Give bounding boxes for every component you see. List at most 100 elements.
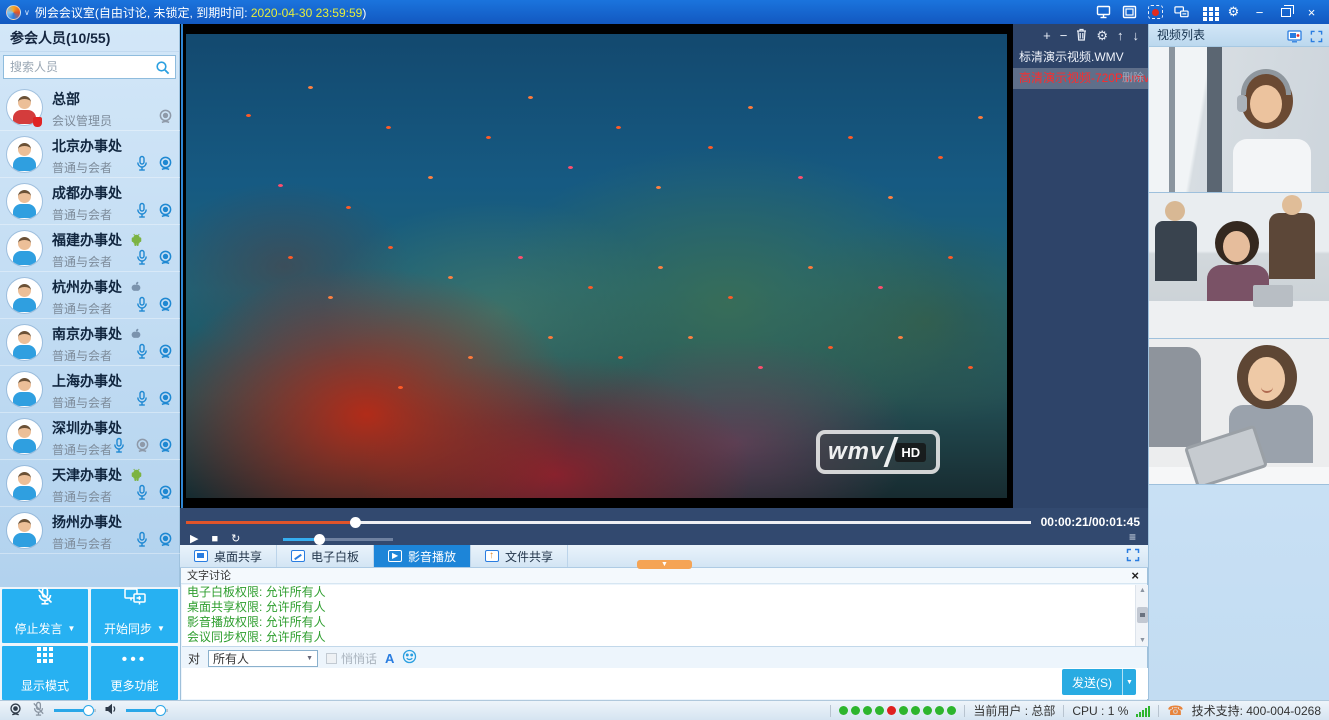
playlist-settings-icon[interactable]: ⚙: [1096, 29, 1108, 42]
scroll-down-icon[interactable]: ▼: [1136, 635, 1148, 647]
speaker-icon[interactable]: [104, 702, 118, 719]
display-grid-icon[interactable]: [1200, 5, 1215, 19]
scroll-thumb[interactable]: [1137, 607, 1148, 623]
playlist-item[interactable]: 标清演示视频.WMV: [1013, 47, 1148, 68]
mic-icon[interactable]: [110, 436, 128, 454]
participant-row[interactable]: 上海办事处 普通与会者: [0, 366, 180, 413]
participant-row[interactable]: 北京办事处 普通与会者: [0, 131, 180, 178]
camera-icon[interactable]: [156, 530, 174, 548]
speaker-volume-handle[interactable]: [155, 705, 166, 716]
emoji-icon[interactable]: [402, 649, 417, 667]
camera-icon[interactable]: [156, 248, 174, 266]
playlist-trash-icon[interactable]: [1076, 28, 1087, 43]
mic-icon[interactable]: [133, 530, 151, 548]
mic-volume-handle[interactable]: [83, 705, 94, 716]
mic-icon[interactable]: [133, 154, 151, 172]
scroll-up-icon[interactable]: ▲: [1136, 585, 1148, 597]
video-thumbnail-3[interactable]: [1149, 339, 1329, 485]
participant-row[interactable]: 总部 会议管理员: [0, 84, 180, 131]
camera-icon[interactable]: [156, 342, 174, 360]
video-left-splitter[interactable]: [181, 24, 183, 508]
mic-icon[interactable]: [133, 295, 151, 313]
camera-icon[interactable]: [156, 389, 174, 407]
loop-button[interactable]: ↻: [231, 534, 240, 545]
desktop-share-icon[interactable]: [1096, 5, 1111, 19]
send-button[interactable]: 发送(S): [1062, 669, 1122, 695]
whisper-label: 悄悄话: [341, 650, 377, 667]
mic-icon[interactable]: [133, 389, 151, 407]
stop-speaking-button[interactable]: 停止发言▼: [2, 589, 88, 643]
participant-row[interactable]: 天津办事处 普通与会者: [0, 460, 180, 507]
mic-icon[interactable]: [133, 483, 151, 501]
stop-button[interactable]: ■: [211, 534, 218, 545]
window-layout-icon[interactable]: [1122, 5, 1137, 19]
camera-off-icon[interactable]: [156, 107, 174, 125]
settings-gear-icon[interactable]: ⚙: [1226, 5, 1241, 19]
mic-volume-slider[interactable]: [54, 709, 96, 712]
share-tab[interactable]: 桌面共享: [180, 545, 277, 567]
volume-handle[interactable]: [314, 534, 325, 545]
video-thumbnail-1[interactable]: [1149, 47, 1329, 193]
participant-role: 会议管理员: [52, 112, 112, 129]
volume-slider[interactable]: [283, 538, 393, 541]
mic-icon[interactable]: [133, 342, 151, 360]
play-button[interactable]: ▶: [190, 534, 198, 545]
close-button[interactable]: ×: [1304, 5, 1319, 19]
share-tab[interactable]: 文件共享: [471, 545, 568, 567]
camera-icon[interactable]: [156, 436, 174, 454]
progress-bar[interactable]: [186, 521, 1031, 524]
playlist-move-down-icon[interactable]: ↓: [1133, 29, 1140, 42]
search-input[interactable]: [4, 56, 154, 78]
minimize-button[interactable]: −: [1252, 5, 1267, 19]
camera-off-icon[interactable]: [133, 436, 151, 454]
camera-icon[interactable]: [156, 483, 174, 501]
main-video-stage[interactable]: wmv HD: [180, 24, 1013, 508]
playlist-item-delete[interactable]: 删除: [1122, 68, 1144, 89]
mic-muted-status-icon[interactable]: [31, 701, 46, 720]
participant-row[interactable]: 杭州办事处 普通与会者: [0, 272, 180, 319]
participant-row[interactable]: 福建办事处 普通与会者: [0, 225, 180, 272]
recipient-select[interactable]: 所有人 ▼: [208, 650, 318, 667]
playlist-menu-icon[interactable]: ≡: [1129, 530, 1136, 544]
share-tab[interactable]: 电子白板: [277, 545, 374, 567]
playback-time: 00:00:21/00:01:45: [1041, 515, 1140, 529]
mic-icon[interactable]: [133, 201, 151, 219]
video-thumbnail-2[interactable]: [1149, 193, 1329, 339]
chat-input[interactable]: [182, 668, 982, 696]
participant-row[interactable]: 南京办事处 普通与会者: [0, 319, 180, 366]
tab-label: 文件共享: [505, 548, 553, 565]
send-options-caret[interactable]: ▼: [1122, 669, 1136, 695]
chat-close-icon[interactable]: ×: [1131, 568, 1139, 584]
webcam-status-icon[interactable]: [8, 702, 23, 720]
progress-handle[interactable]: [350, 517, 361, 528]
app-logo-icon[interactable]: [6, 5, 21, 20]
mic-icon[interactable]: [133, 248, 151, 266]
camera-icon[interactable]: [156, 154, 174, 172]
caret-down-icon[interactable]: ▼: [68, 624, 76, 633]
share-tab[interactable]: 影音播放: [374, 545, 471, 567]
playlist-item[interactable]: 高清演示视频-720P.wmv 删除: [1013, 68, 1148, 89]
display-mode-button[interactable]: 显示模式: [2, 646, 88, 700]
collapse-panel-handle[interactable]: ▼: [637, 560, 692, 569]
camera-icon[interactable]: [156, 295, 174, 313]
participant-row[interactable]: 深圳办事处 普通与会者: [0, 413, 180, 460]
logo-menu-chevron-icon[interactable]: ∨: [24, 8, 30, 17]
participant-row[interactable]: 扬州办事处 普通与会者: [0, 507, 180, 554]
restore-button[interactable]: [1278, 5, 1293, 19]
caret-down-icon[interactable]: ▼: [157, 624, 165, 633]
whisper-checkbox[interactable]: [326, 653, 337, 664]
chat-scrollbar[interactable]: ▲ ▼: [1135, 585, 1148, 647]
playlist-move-up-icon[interactable]: ↑: [1117, 29, 1124, 42]
playlist-add-icon[interactable]: +: [1043, 29, 1051, 42]
search-icon[interactable]: [155, 60, 170, 78]
more-functions-button[interactable]: ••• 更多功能: [91, 646, 178, 700]
start-sync-button[interactable]: 开始同步▼: [91, 589, 178, 643]
record-icon[interactable]: [1148, 5, 1163, 19]
camera-icon[interactable]: [156, 201, 174, 219]
chat-header: 文字讨论 ×: [181, 568, 1147, 584]
participant-row[interactable]: 成都办事处 普通与会者: [0, 178, 180, 225]
playlist-remove-icon[interactable]: −: [1060, 29, 1068, 42]
font-color-icon[interactable]: A: [385, 651, 394, 666]
network-share-icon[interactable]: [1174, 5, 1189, 19]
speaker-volume-slider[interactable]: [126, 709, 168, 712]
